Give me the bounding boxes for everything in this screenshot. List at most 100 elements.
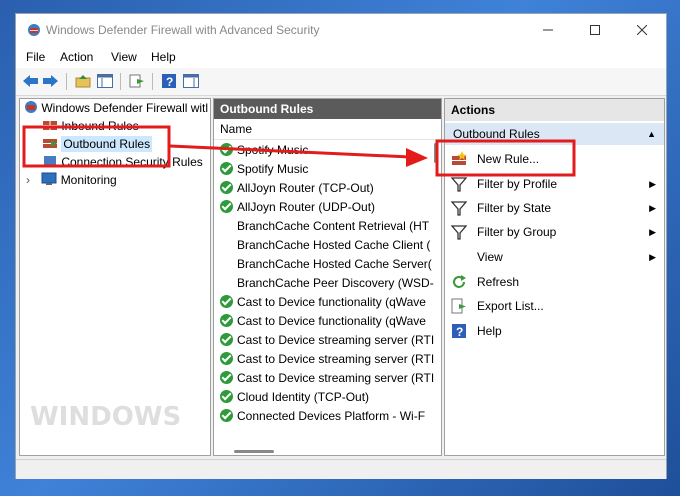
name-column-header[interactable]: Name — [214, 119, 441, 140]
expand-chevron-icon[interactable]: › — [26, 171, 38, 189]
rule-row[interactable]: AllJoyn Router (UDP-Out) — [220, 198, 375, 217]
help-button[interactable]: ? — [160, 72, 178, 90]
action-help[interactable]: ? Help — [445, 319, 664, 343]
enabled-check-icon — [220, 181, 233, 194]
rules-pane-header: Outbound Rules — [214, 99, 441, 119]
new-rule-icon — [451, 151, 467, 167]
action-new-rule[interactable]: New Rule... — [445, 147, 664, 171]
toolbar-separator — [120, 73, 121, 90]
rule-row[interactable]: BranchCache Content Retrieval (HT — [220, 217, 429, 236]
rule-name: Cast to Device streaming server (RTI — [237, 352, 435, 366]
rule-row[interactable]: Cast to Device streaming server (RTI — [220, 369, 434, 388]
action-label: Filter by Profile — [477, 177, 558, 191]
maximize-icon — [590, 25, 600, 35]
enabled-check-icon — [220, 333, 233, 346]
watermark: WINDOWS — [30, 402, 181, 432]
connection-security-icon — [44, 156, 56, 167]
export-button[interactable] — [128, 72, 146, 90]
maximize-button[interactable] — [572, 14, 618, 46]
rule-name: Cloud Identity (TCP-Out) — [237, 390, 370, 404]
tree-root-label: Windows Defender Firewall witl — [41, 101, 209, 115]
show-hide-tree-button[interactable] — [96, 72, 114, 90]
scrollbar-thumb[interactable] — [434, 143, 437, 163]
action-filter-by-profile[interactable]: Filter by Profile ▶ — [445, 172, 664, 196]
rule-name: BranchCache Hosted Cache Client ( — [237, 238, 431, 252]
disabled-rule-icon — [220, 236, 233, 249]
minimize-icon — [543, 29, 553, 31]
menu-help[interactable]: Help — [151, 50, 176, 64]
tree-item-label: Monitoring — [60, 173, 117, 187]
menu-view[interactable]: View — [111, 50, 137, 64]
rule-row[interactable]: Spotify Music — [220, 160, 308, 179]
svg-text:?: ? — [166, 75, 173, 89]
rule-row[interactable]: Cast to Device streaming server (RTI — [220, 350, 434, 369]
disabled-rule-icon — [220, 274, 233, 287]
submenu-arrow-icon: ▶ — [649, 203, 656, 213]
rule-row[interactable]: BranchCache Hosted Cache Server( — [220, 255, 432, 274]
tree-item-connection-security-rules[interactable]: Connection Security Rules — [42, 153, 203, 171]
action-filter-by-state[interactable]: Filter by State ▶ — [445, 196, 664, 220]
actions-section-header[interactable]: Outbound Rules ▲ — [445, 123, 664, 145]
monitoring-icon — [41, 172, 57, 185]
enabled-check-icon — [220, 371, 233, 384]
rule-row[interactable]: Connected Devices Platform - Wi-F — [220, 407, 425, 426]
action-refresh[interactable]: Refresh — [445, 270, 664, 294]
toolbar: ? — [16, 68, 666, 96]
rule-row[interactable]: BranchCache Hosted Cache Client ( — [220, 236, 430, 255]
disabled-rule-icon — [220, 217, 233, 230]
status-bar — [16, 459, 666, 479]
folder-up-icon — [75, 75, 91, 88]
actions-pane: Actions Outbound Rules ▲ New Rule... Filt… — [444, 98, 665, 456]
back-button[interactable] — [22, 72, 40, 90]
inbound-rules-icon — [43, 121, 57, 130]
filter-icon — [450, 224, 468, 240]
rule-row[interactable]: Cast to Device functionality (qWave — [220, 312, 426, 331]
enabled-check-icon — [220, 200, 233, 213]
help-icon: ? — [451, 323, 467, 339]
rule-row[interactable]: Spotify Music — [220, 141, 308, 160]
rule-row[interactable]: Cloud Identity (TCP-Out) — [220, 388, 369, 407]
rule-name: BranchCache Peer Discovery (WSD- — [237, 276, 434, 290]
action-export-list[interactable]: Export List... — [445, 294, 664, 318]
filter-icon — [450, 176, 468, 192]
export-list-icon — [129, 74, 144, 88]
action-pane-icon — [183, 74, 199, 88]
tree-root[interactable]: Windows Defender Firewall witl — [24, 99, 208, 117]
firewall-icon — [25, 101, 37, 113]
enabled-check-icon — [220, 143, 233, 156]
menu-action[interactable]: Action — [60, 50, 93, 64]
enabled-check-icon — [220, 162, 233, 175]
tree-item-monitoring[interactable]: › Monitoring — [26, 171, 117, 189]
action-view[interactable]: View ▶ — [445, 245, 664, 269]
minimize-button[interactable] — [525, 14, 571, 46]
rule-row[interactable]: BranchCache Peer Discovery (WSD- — [220, 274, 434, 293]
help-book-icon: ? — [162, 74, 176, 89]
horizontal-scrollbar-thumb[interactable] — [234, 450, 274, 453]
vertical-scrollbar[interactable] — [431, 139, 441, 455]
submenu-arrow-icon: ▶ — [649, 227, 656, 237]
collapse-icon[interactable]: ▲ — [647, 123, 656, 145]
action-filter-by-group[interactable]: Filter by Group ▶ — [445, 220, 664, 244]
window-title: Windows Defender Firewall with Advanced … — [46, 23, 320, 37]
rule-row[interactable]: Cast to Device functionality (qWave — [220, 293, 426, 312]
tree-item-inbound-rules[interactable]: Inbound Rules — [42, 117, 139, 135]
watermark-text: WINDOWS — [30, 402, 182, 432]
close-icon — [637, 25, 647, 35]
up-level-button[interactable] — [74, 72, 92, 90]
menu-file[interactable]: File — [26, 50, 45, 64]
rule-row[interactable]: Cast to Device streaming server (RTI — [220, 331, 434, 350]
rule-name: Cast to Device functionality (qWave — [237, 295, 426, 309]
rule-row[interactable]: AllJoyn Router (TCP-Out) — [220, 179, 374, 198]
forward-button[interactable] — [42, 72, 60, 90]
rule-name: Cast to Device streaming server (RTI — [237, 371, 435, 385]
tree-item-label: Inbound Rules — [61, 119, 139, 133]
disabled-rule-icon — [220, 255, 233, 268]
tree-item-outbound-rules[interactable]: Outbound Rules — [42, 135, 153, 153]
close-button[interactable] — [619, 14, 665, 46]
action-pane-button[interactable] — [182, 72, 200, 90]
rule-name: Spotify Music — [237, 143, 309, 157]
enabled-check-icon — [220, 352, 233, 365]
rules-list-pane: Outbound Rules Name Spotify Music Spotify… — [213, 98, 442, 456]
forward-arrow-icon — [43, 75, 58, 87]
svg-text:?: ? — [456, 325, 463, 339]
